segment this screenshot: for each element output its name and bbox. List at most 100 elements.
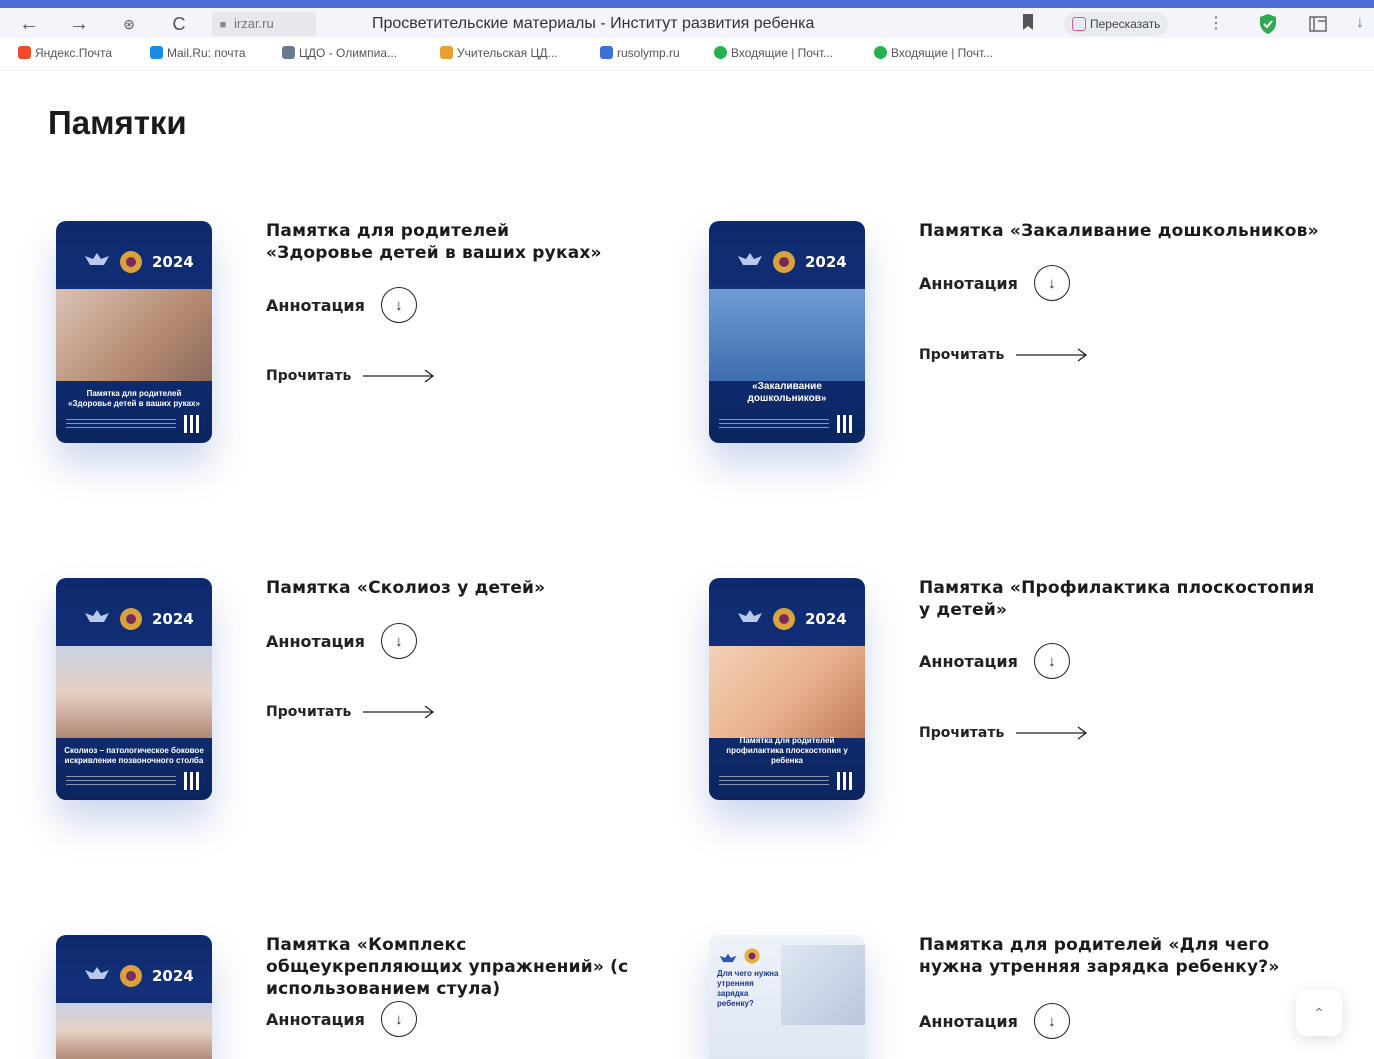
eagle-emblem-icon xyxy=(719,953,737,963)
cover-photo xyxy=(56,289,212,381)
year-badge: 2024 xyxy=(152,253,194,271)
annotation-toggle[interactable]: Аннотация ↓ xyxy=(266,623,417,659)
cover-logos: 2024 xyxy=(709,604,865,636)
bookmark-item[interactable]: Входящие | Почт... xyxy=(874,46,993,60)
qr-code-icon xyxy=(184,772,202,790)
reload-icon[interactable]: C xyxy=(164,10,194,38)
cover-photo xyxy=(56,646,212,738)
year-badge: 2024 xyxy=(805,253,847,271)
brochure-cover[interactable]: Для чего нужна утренняя зарядка ребенку? xyxy=(709,935,865,1059)
page-title: Памятки xyxy=(48,104,187,141)
cover-logos: 2024 xyxy=(56,604,212,636)
annotation-label: Аннотация xyxy=(266,1009,365,1029)
scroll-to-top-button[interactable]: ⌃ xyxy=(1296,990,1342,1036)
bookmark-item[interactable]: Яндекс.Почта xyxy=(18,46,112,60)
bookmark-favicon xyxy=(18,46,31,59)
arrow-down-icon[interactable]: ↓ xyxy=(380,1001,417,1037)
lock-icon: ■ xyxy=(219,19,227,31)
retell-icon xyxy=(1072,17,1086,31)
flower-emblem-icon xyxy=(120,251,142,273)
bookmark-favicon xyxy=(440,46,453,59)
read-link[interactable]: Прочитать xyxy=(266,368,435,384)
menu-icon[interactable]: ⋮ xyxy=(1208,12,1224,36)
item-title[interactable]: Памятка для родителей «Здоровье детей в … xyxy=(266,220,606,264)
read-label: Прочитать xyxy=(266,368,352,384)
bookmarks-bar: Яндекс.Почта Mail.Ru: почта ЦДО - Олимпи… xyxy=(0,38,1374,71)
item-title[interactable]: Памятка «Комплекс общеукрепляющих упражн… xyxy=(266,934,666,1000)
cover-caption: Памятка для родителей «Здоровье детей в … xyxy=(68,389,200,408)
read-link[interactable]: Прочитать xyxy=(266,704,435,720)
annotation-label: Аннотация xyxy=(919,651,1018,671)
arrow-right-icon xyxy=(1016,348,1088,362)
qr-code-icon xyxy=(184,415,202,433)
item-title[interactable]: Памятка «Закаливание дошкольников» xyxy=(919,220,1339,242)
arrow-down-icon[interactable]: ↓ xyxy=(380,623,417,659)
brochure-cover[interactable]: 2024 Сколиоз – патологическое боковое ис… xyxy=(56,578,212,800)
cover-fine-print xyxy=(66,776,176,788)
forward-icon[interactable]: → xyxy=(64,10,94,38)
bookmark-item[interactable]: rusolymp.ru xyxy=(600,46,680,60)
read-link[interactable]: Прочитать xyxy=(919,347,1088,363)
retell-button[interactable]: Пересказать xyxy=(1064,12,1169,36)
arrow-right-icon xyxy=(363,369,435,383)
item-title[interactable]: Памятка для родителей «Для чего нужна ут… xyxy=(919,934,1329,978)
bookmark-favicon xyxy=(874,46,887,59)
address-bar[interactable]: ■ irzar.ru xyxy=(212,12,316,36)
cover-caption: Для чего нужна утренняя зарядка ребенку? xyxy=(717,969,779,1008)
cover-caption: Памятка для родителей профилактика плоск… xyxy=(726,736,848,765)
qr-code-icon xyxy=(837,772,855,790)
annotation-toggle[interactable]: Аннотация ↓ xyxy=(266,1001,417,1037)
qr-code-icon xyxy=(837,415,855,433)
flower-emblem-icon xyxy=(744,948,760,964)
download-icon[interactable]: ↓ xyxy=(1356,14,1364,32)
bookmark-item[interactable]: ЦДО - Олимпиа... xyxy=(282,46,397,60)
eagle-emblem-icon xyxy=(738,610,762,622)
arrow-down-icon[interactable]: ↓ xyxy=(1033,643,1070,679)
bookmark-item[interactable]: Mail.Ru: почта xyxy=(150,46,246,60)
bookmark-item[interactable]: Входящие | Почт... xyxy=(714,46,833,60)
page-title-text: Просветительские материалы - Институт ра… xyxy=(372,15,815,32)
year-badge: 2024 xyxy=(152,610,194,628)
brochure-cover[interactable]: 2024 «Закаливание дошкольников» xyxy=(709,221,865,443)
flower-emblem-icon xyxy=(773,251,795,273)
flower-emblem-icon xyxy=(120,965,142,987)
cover-logos: 2024 xyxy=(56,247,212,279)
annotation-label: Аннотация xyxy=(919,1011,1018,1031)
read-link[interactable]: Прочитать xyxy=(919,725,1088,741)
extensions-icon[interactable] xyxy=(1308,14,1330,34)
annotation-toggle[interactable]: Аннотация ↓ xyxy=(266,287,417,323)
year-badge: 2024 xyxy=(805,610,847,628)
flower-emblem-icon xyxy=(773,608,795,630)
eagle-emblem-icon xyxy=(85,967,109,979)
arrow-down-icon[interactable]: ↓ xyxy=(380,287,417,323)
brochure-cover[interactable]: 2024 Памятка для родителей профилактика … xyxy=(709,578,865,800)
annotation-toggle[interactable]: Аннотация ↓ xyxy=(919,643,1070,679)
brochure-cover[interactable]: 2024 Памятка для родителей «Здоровье дет… xyxy=(56,221,212,443)
eagle-emblem-icon xyxy=(85,610,109,622)
annotation-label: Аннотация xyxy=(266,295,365,315)
back-icon[interactable]: ← xyxy=(14,10,44,38)
eagle-emblem-icon xyxy=(738,253,762,265)
retell-label: Пересказать xyxy=(1090,17,1161,31)
item-title[interactable]: Памятка «Сколиоз у детей» xyxy=(266,577,626,599)
annotation-toggle[interactable]: Аннотация ↓ xyxy=(919,265,1070,301)
year-badge: 2024 xyxy=(152,967,194,985)
arrow-down-icon[interactable]: ↓ xyxy=(1033,1003,1070,1039)
read-label: Прочитать xyxy=(266,704,352,720)
reader-icon[interactable]: ⊛ xyxy=(114,10,144,38)
arrow-right-icon xyxy=(1016,726,1088,740)
arrow-down-icon[interactable]: ↓ xyxy=(1033,265,1070,301)
arrow-right-icon xyxy=(363,705,435,719)
brochure-cover[interactable]: 2024 xyxy=(56,935,212,1059)
item-title[interactable]: Памятка «Профилактика плоскостопия у дет… xyxy=(919,577,1329,621)
cover-fine-print xyxy=(719,776,829,788)
shield-icon[interactable] xyxy=(1256,12,1280,36)
chevron-up-icon: ⌃ xyxy=(1313,1004,1325,1021)
bookmark-icon[interactable] xyxy=(1022,14,1034,30)
bookmark-favicon xyxy=(714,46,727,59)
cover-caption: Сколиоз – патологическое боковое искривл… xyxy=(64,746,204,765)
bookmark-favicon xyxy=(600,46,613,59)
annotation-toggle[interactable]: Аннотация ↓ xyxy=(919,1003,1070,1039)
browser-toolbar: ← → ⊛ C ■ irzar.ru Просветительские матер… xyxy=(0,0,1374,38)
bookmark-item[interactable]: Учительская ЦД... xyxy=(440,46,558,60)
